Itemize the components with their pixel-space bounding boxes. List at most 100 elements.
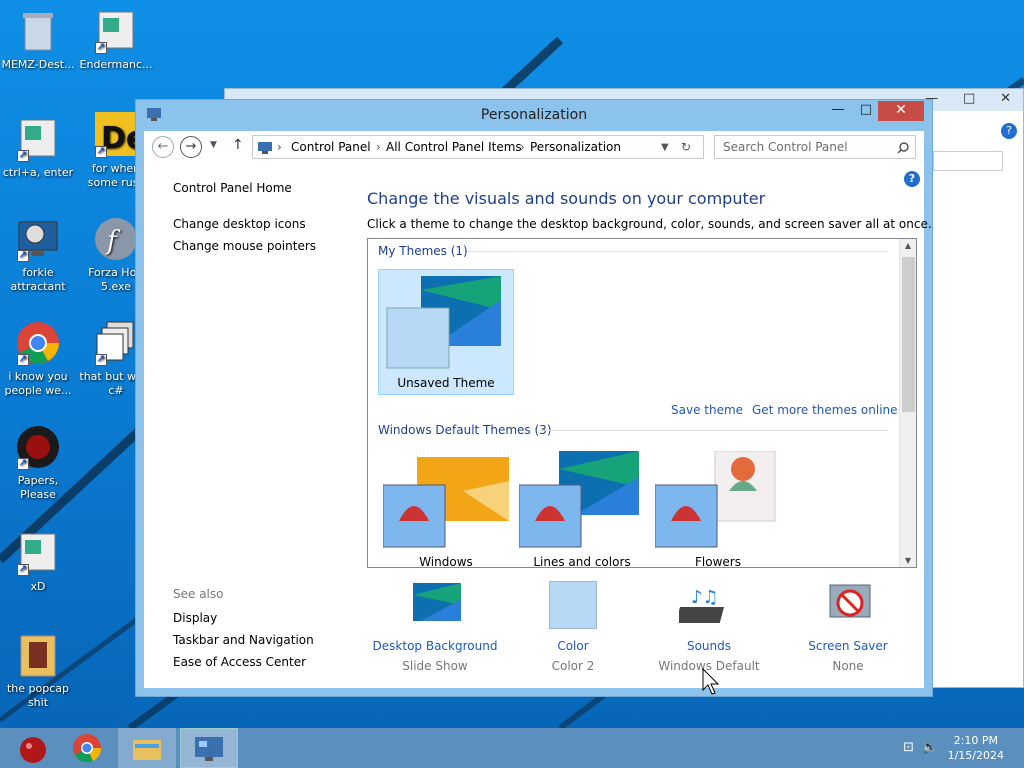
taskbar-navigation-link[interactable]: Taskbar and Navigation — [173, 633, 314, 647]
theme-windows-label: Windows — [419, 555, 473, 568]
maximize-button[interactable]: □ — [852, 101, 880, 121]
screen-saver-value: None — [832, 659, 864, 673]
scroll-thumb[interactable] — [902, 257, 915, 412]
ease-of-access-link[interactable]: Ease of Access Center — [173, 655, 314, 669]
clock-date: 1/15/2024 — [947, 749, 1004, 762]
scroll-down-icon[interactable]: ▼ — [900, 556, 916, 565]
forward-button[interactable]: → — [180, 136, 202, 158]
change-desktop-icons-link[interactable]: Change desktop icons — [173, 217, 363, 231]
search-box[interactable]: Search Control Panel — [714, 135, 916, 159]
theme-list-scrollbar[interactable]: ▲ ▼ — [899, 239, 916, 567]
see-also-heading: See also — [173, 587, 224, 601]
desktop-icon-ctrl-a[interactable]: ↗ ctrl+a, enter — [0, 116, 76, 180]
color-setting[interactable]: Color Color 2 — [508, 581, 638, 673]
save-theme-link[interactable]: Save theme — [671, 403, 743, 417]
search-icon[interactable] — [897, 142, 909, 154]
start-button[interactable] — [0, 728, 58, 768]
color-label[interactable]: Color — [508, 639, 638, 653]
svg-text:♪♫: ♪♫ — [691, 587, 719, 608]
see-also-section: See also Display Taskbar and Navigation … — [173, 587, 314, 669]
desktop-icon-chrome[interactable]: ↗ i know you people we... — [0, 320, 76, 398]
desktop-icon-popcap[interactable]: the popcap shit — [0, 632, 76, 710]
breadcrumb-all-items[interactable]: All Control Panel Items — [386, 140, 522, 154]
back-button[interactable]: ← — [152, 136, 174, 158]
clock[interactable]: 2:10 PM 1/15/2024 — [948, 733, 1004, 763]
desktop-background-setting[interactable]: Desktop Background Slide Show — [370, 581, 500, 673]
shortcut-arrow-icon: ↗ — [17, 250, 29, 262]
personalization-window: Personalization — □ ✕ ← → ▼ ↑ › Control … — [135, 99, 933, 697]
sounds-icon: ♪♫ — [675, 581, 739, 631]
app-window-icon: ↗ — [15, 116, 61, 162]
clock-time: 2:10 PM — [953, 734, 998, 747]
minimize-button[interactable]: — — [824, 101, 852, 121]
taskbar-file-explorer[interactable] — [118, 728, 176, 768]
search-placeholder: Search Control Panel — [723, 140, 848, 154]
theme-flowers[interactable]: Flowers — [650, 450, 786, 568]
sounds-label[interactable]: Sounds — [644, 639, 774, 653]
display-link[interactable]: Display — [173, 611, 314, 625]
page-heading: Change the visuals and sounds on your co… — [367, 189, 766, 208]
theme-lines-and-colors[interactable]: Lines and colors — [514, 451, 650, 567]
left-navigation-pane: Control Panel Home Change desktop icons … — [173, 181, 363, 253]
volume-muted-icon[interactable]: 🔈 — [922, 740, 938, 755]
taskbar-chrome[interactable] — [58, 728, 116, 768]
breadcrumb-control-panel[interactable]: Control Panel — [291, 140, 371, 154]
desktop-background-label[interactable]: Desktop Background — [370, 639, 500, 653]
screen-saver-icon — [818, 581, 878, 631]
theme-flowers-label: Flowers — [695, 555, 741, 568]
network-icon[interactable]: ⊡ — [903, 740, 914, 755]
recent-pages-button[interactable]: ▼ — [210, 140, 217, 150]
shortcut-arrow-icon: ↗ — [17, 564, 29, 576]
shortcut-arrow-icon: ↗ — [17, 354, 29, 366]
screen-saver-setting[interactable]: Screen Saver None — [783, 581, 913, 673]
windows-theme-thumbnail — [382, 451, 509, 551]
theme-windows[interactable]: Windows — [378, 451, 514, 568]
flash-icon: f — [93, 216, 139, 262]
breadcrumb-separator: › — [376, 140, 381, 154]
breadcrumb-personalization[interactable]: Personalization — [530, 140, 621, 154]
sounds-setting[interactable]: ♪♫ Sounds Windows Default — [644, 581, 774, 673]
window-title: Personalization — [480, 107, 588, 123]
background-window-controls: — □ ✕ — [925, 91, 1011, 106]
desktop-background-value: Slide Show — [402, 659, 468, 673]
flowers-theme-thumbnail — [654, 450, 781, 551]
desktop: MEMZ-Dest... ↗ Endermanc... ↗ ctrl+a, en… — [0, 0, 1024, 728]
chrome-icon: ↗ — [15, 320, 61, 366]
unsaved-theme-tile[interactable]: Unsaved Theme — [378, 269, 514, 395]
folder-icon — [15, 632, 61, 678]
desktop-icon-papers-please[interactable]: ↗ Papers, Please — [0, 424, 76, 502]
taskbar-control-panel[interactable] — [180, 728, 238, 768]
papers-please-icon: ↗ — [15, 424, 61, 470]
scroll-up-icon[interactable]: ▲ — [900, 241, 916, 250]
address-dropdown-icon[interactable]: ▼ — [661, 142, 669, 153]
control-panel-home-link[interactable]: Control Panel Home — [173, 181, 363, 195]
desktop-background-icon — [405, 581, 465, 631]
recycle-bin-icon — [15, 8, 61, 54]
up-button[interactable]: ↑ — [232, 137, 244, 153]
unsaved-theme-label: Unsaved Theme — [397, 376, 495, 390]
refresh-icon[interactable]: ↻ — [681, 140, 691, 154]
title-bar[interactable]: Personalization — □ ✕ — [136, 100, 932, 130]
background-search-box[interactable] — [933, 151, 1003, 171]
desktop-icon-forkie[interactable]: ↗ forkie attractant — [0, 216, 76, 294]
page-description: Click a theme to change the desktop back… — [367, 217, 932, 231]
desktop-icon-xd[interactable]: ↗ xD — [0, 530, 76, 594]
address-bar[interactable]: › Control Panel › All Control Panel Item… — [252, 135, 704, 159]
change-mouse-pointers-link[interactable]: Change mouse pointers — [173, 239, 363, 253]
get-more-themes-link[interactable]: Get more themes online — [752, 403, 898, 417]
default-themes-heading: Windows Default Themes (3) — [378, 423, 552, 437]
shortcut-arrow-icon: ↗ — [17, 150, 29, 162]
desktop-icon-endermanch[interactable]: ↗ Endermanc... — [78, 8, 154, 72]
control-panel-icon — [258, 142, 272, 154]
help-icon[interactable]: ? — [1001, 123, 1017, 139]
mouse-cursor-icon — [702, 668, 720, 695]
director-icon: De ↗ — [93, 112, 146, 158]
desktop-icon-memz[interactable]: MEMZ-Dest... — [0, 8, 76, 72]
main-content: Change the visuals and sounds on your co… — [367, 189, 932, 231]
screen-saver-label[interactable]: Screen Saver — [783, 639, 913, 653]
help-icon[interactable]: ? — [904, 171, 920, 187]
monitor-gear-icon: ↗ — [15, 216, 61, 262]
taskbar: ⊡ 🔈 2:10 PM 1/15/2024 — [0, 728, 1024, 768]
shortcut-arrow-icon: ↗ — [17, 458, 29, 470]
close-button[interactable]: ✕ — [878, 101, 924, 121]
